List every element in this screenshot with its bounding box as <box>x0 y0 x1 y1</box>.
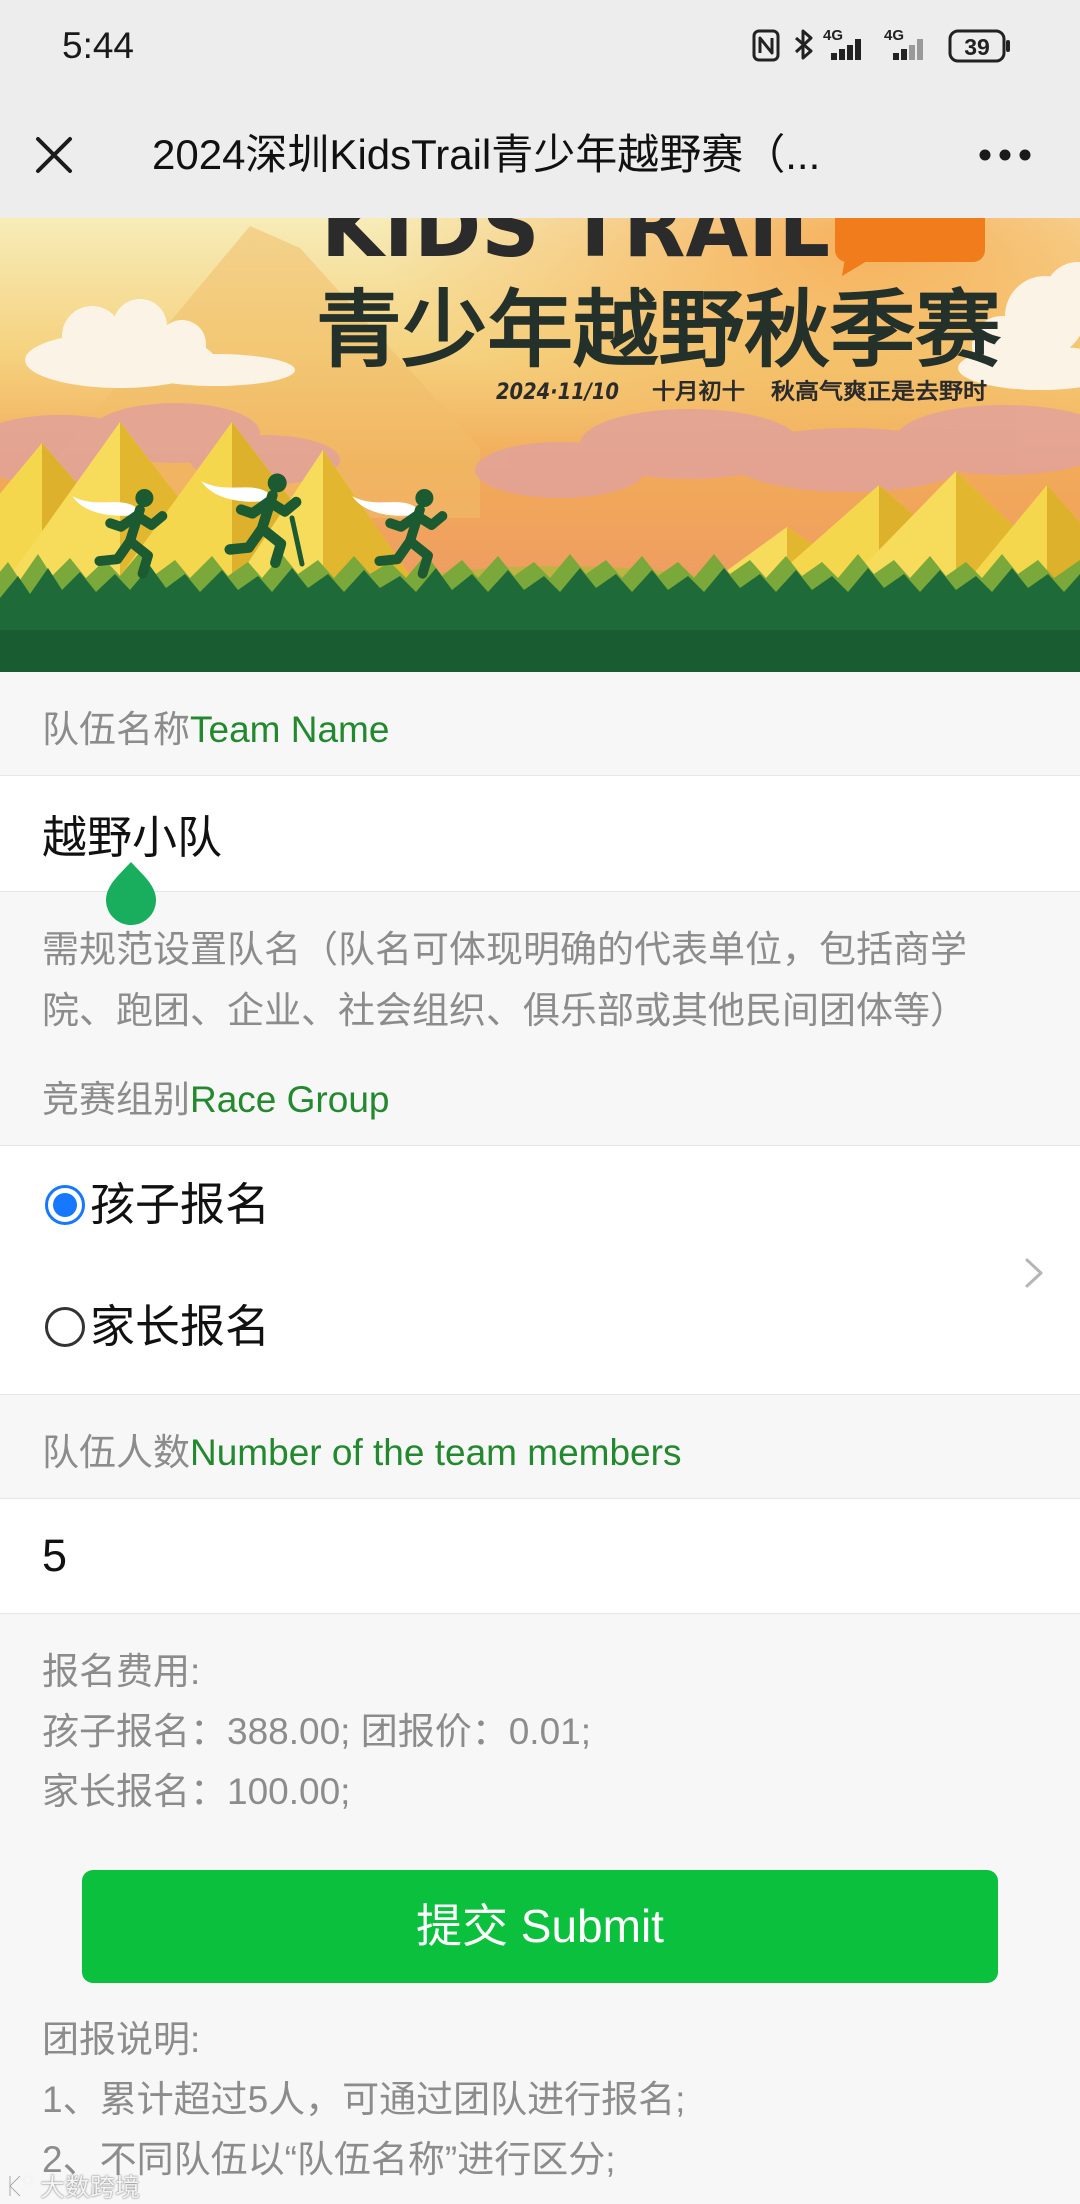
team-name-label: 队伍名称Team Name <box>42 707 389 753</box>
network-label: 4G <box>884 27 904 44</box>
notes-heading: 团报说明: <box>42 2019 201 2060</box>
race-group-selector[interactable]: 孩子报名 家长报名 <box>0 1145 1080 1395</box>
more-icon[interactable] <box>978 145 1032 165</box>
event-banner: KIDS TRAIL 青少年越野秋季赛 2024·11/10 十月初十 秋高气爽… <box>0 218 1080 672</box>
signal-icon: 4G <box>823 27 861 60</box>
race-group-option-child[interactable]: 孩子报名 <box>0 1149 1000 1261</box>
radio-button[interactable] <box>45 1185 85 1225</box>
banner-lunar-date: 十月初十 <box>652 379 745 405</box>
radio-button[interactable] <box>45 1307 85 1347</box>
team-name-input[interactable] <box>42 776 1032 891</box>
hint-line: 院、跑团、企业、社会组织、俱乐部或其他民间团体等） <box>42 990 967 1031</box>
fee-line: 家长报名：100.00; <box>42 1771 351 1812</box>
radio-label: 孩子报名 <box>90 1179 271 1230</box>
notes-line: 1、累计超过5人，可通过团队进行报名; <box>42 2079 686 2120</box>
group-registration-notes: 团报说明: 1、累计超过5人，可通过团队进行报名; 2、不同队伍以“队伍名称”进… <box>42 1983 1042 2190</box>
submit-button[interactable]: 提交 Submit <box>82 1870 998 1983</box>
label-en: Number of the team members <box>190 1432 682 1473</box>
race-group-section-label: 竞赛组别Race Group <box>0 1041 1080 1145</box>
watermark-text: 大数跨境 <box>40 2174 141 2202</box>
grass <box>0 552 1080 672</box>
banner-slogan: 秋高气爽正是去野时 <box>771 379 987 405</box>
team-name-section-label: 队伍名称Team Name <box>0 672 1080 775</box>
status-bar: 5:44 4G 4G 39 <box>0 0 1080 92</box>
race-group-label: 竞赛组别Race Group <box>42 1077 390 1123</box>
team-name-row <box>0 775 1080 892</box>
chevron-right-icon <box>1025 1258 1043 1288</box>
radio-label: 家长报名 <box>90 1301 271 1352</box>
banner-date: 2024·11/10 <box>496 380 619 405</box>
page-title: 2024深圳KidsTrail青少年越野赛（... <box>152 131 821 178</box>
battery-icon: 39 <box>948 29 1010 63</box>
team-members-input[interactable] <box>42 1499 1032 1613</box>
banner-image: KIDS TRAIL 青少年越野秋季赛 2024·11/10 十月初十 秋高气爽… <box>0 218 1080 672</box>
label-en: Race Group <box>190 1079 390 1120</box>
label-cn: 队伍名称 <box>42 709 190 750</box>
watermark: 大数跨境 <box>6 2170 140 2202</box>
watermark-logo-icon <box>8 2174 34 2198</box>
signal-icon: 4G <box>884 27 923 60</box>
hint-line: 需规范设置队名（队名可体现明确的代表单位，包括商学 <box>42 929 967 970</box>
team-members-section-label: 队伍人数Number of the team members <box>0 1395 1080 1498</box>
fee-line: 孩子报名：388.00; 团报价：0.01; <box>42 1711 592 1752</box>
label-cn: 竞赛组别 <box>42 1079 190 1120</box>
notes-line: 2、不同队伍以“队伍名称”进行区分; <box>42 2139 616 2180</box>
radio-dot <box>53 1193 77 1217</box>
team-members-label: 队伍人数Number of the team members <box>42 1430 681 1476</box>
status-time: 5:44 <box>62 25 135 66</box>
team-name-hint: 需规范设置队名（队名可体现明确的代表单位，包括商学 院、跑团、企业、社会组织、俱… <box>42 892 1042 1041</box>
banner-title-cn: 青少年越野秋季赛 <box>316 281 1002 379</box>
fee-info: 报名费用: 孩子报名：388.00; 团报价：0.01; 家长报名：100.00… <box>42 1614 1042 1822</box>
label-cn: 队伍人数 <box>42 1432 190 1473</box>
nfc-icon <box>752 29 780 62</box>
title-bar: 2024深圳KidsTrail青少年越野赛（... <box>0 92 1080 218</box>
close-icon[interactable] <box>34 135 74 175</box>
label-en: Team Name <box>190 709 390 750</box>
bluetooth-icon <box>794 29 813 60</box>
fee-heading: 报名费用: <box>42 1651 201 1692</box>
status-icons: 4G 4G 39 <box>752 27 1010 63</box>
network-label: 4G <box>823 27 843 44</box>
team-members-row <box>0 1498 1080 1614</box>
battery-level: 39 <box>964 34 990 60</box>
banner-title-en: KIDS TRAIL <box>321 218 830 276</box>
race-group-option-parent[interactable]: 家长报名 <box>0 1271 1000 1383</box>
